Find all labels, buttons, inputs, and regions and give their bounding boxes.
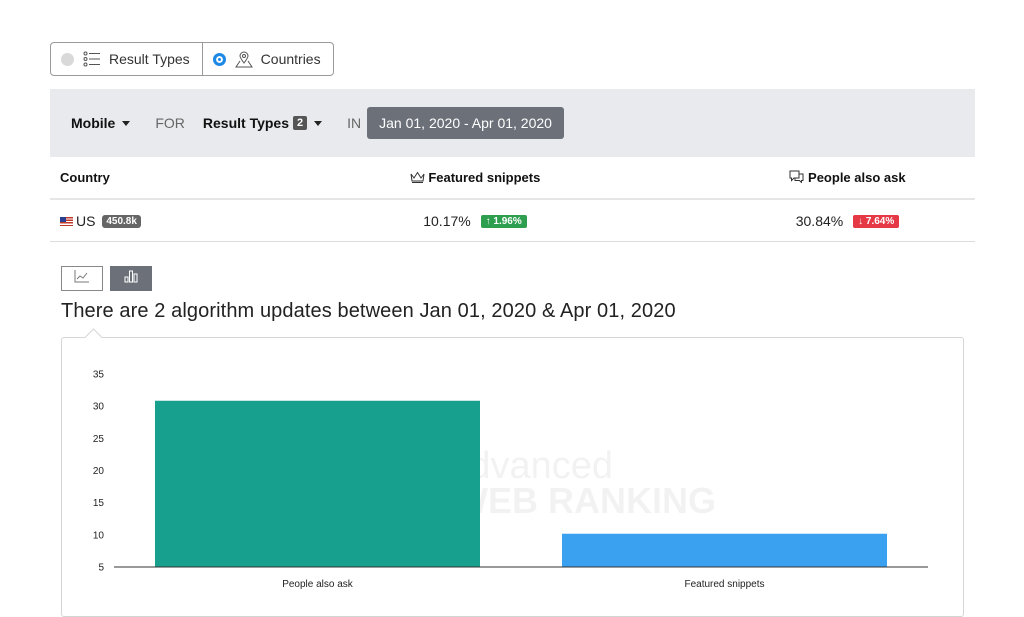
location-pin-icon	[234, 50, 253, 68]
countries-option[interactable]: Countries	[201, 43, 333, 75]
countries-radio[interactable]	[212, 52, 226, 66]
bar-chart-icon	[124, 269, 138, 288]
view-toggle: Result Types Countries	[50, 42, 334, 76]
people-also-ask-header-label: People also ask	[808, 170, 906, 185]
y-tick-label: 30	[93, 402, 105, 413]
y-tick-label: 5	[98, 563, 104, 574]
country-cell: US 450.8k	[50, 213, 300, 229]
people-also-ask-value: 30.84%	[795, 212, 844, 229]
volume-badge: 450.8k	[102, 215, 141, 229]
line-chart-icon	[74, 269, 90, 288]
chevron-down-icon	[314, 120, 323, 126]
result-types-count-badge: 2	[293, 116, 308, 130]
countries-label: Countries	[260, 51, 321, 67]
device-label: Mobile	[71, 115, 116, 131]
people-also-ask-cell: 30.84% ↓ 7.64%	[650, 213, 975, 229]
in-label: IN	[347, 115, 362, 131]
bar-chart-button[interactable]	[110, 266, 152, 291]
paa-change-badge: ↓ 7.64%	[853, 215, 900, 229]
chat-bubbles-icon	[789, 170, 808, 185]
y-tick-label: 15	[93, 498, 105, 509]
algorithm-updates-title: There are 2 algorithm updates between Ja…	[61, 300, 676, 322]
watermark-text: WEB RANKING	[454, 480, 716, 521]
chevron-down-icon	[122, 120, 131, 126]
bar-chart: AdvancedWEB RANKING5101520253035People a…	[93, 370, 928, 590]
featured-snippets-header-label: Featured snippets	[428, 170, 541, 185]
table-row[interactable]: US 450.8k 10.17% ↑ 1.96% 30.84% ↓ 7.64%	[50, 200, 975, 242]
us-flag-icon	[60, 217, 73, 227]
bar	[562, 533, 887, 567]
y-tick-label: 35	[93, 370, 105, 381]
featured-snippets-header[interactable]: Featured snippets	[300, 170, 650, 185]
country-name: US	[76, 212, 96, 229]
y-tick-label: 20	[93, 466, 105, 477]
result-types-option[interactable]: Result Types	[51, 43, 202, 75]
device-dropdown[interactable]: Mobile	[71, 115, 131, 131]
y-tick-label: 10	[93, 530, 105, 541]
list-icon	[83, 51, 101, 67]
featured-snippets-cell: 10.17% ↑ 1.96%	[300, 213, 650, 229]
result-types-label: Result Types	[109, 51, 190, 67]
featured-snippets-value: 10.17%	[423, 212, 471, 229]
result-types-dropdown[interactable]: Result Types 2	[202, 115, 323, 131]
date-range-button[interactable]: Jan 01, 2020 - Apr 01, 2020	[367, 107, 564, 139]
table-header: Country Featured snippets People also as…	[50, 157, 975, 200]
people-also-ask-header[interactable]: People also ask	[650, 170, 975, 185]
bar	[155, 400, 480, 567]
x-tick-label: People also ask	[282, 579, 354, 590]
chart-panel: Advanced WEB RANKING 5 10 15 20 25 30 35 People a…	[61, 337, 964, 617]
line-chart-button[interactable]	[61, 266, 103, 291]
filter-bar: Mobile FOR Result Types 2 IN Jan 01, 202…	[50, 89, 975, 157]
x-tick-label: Featured snippets	[684, 579, 764, 590]
results-table: Country Featured snippets People also as…	[50, 157, 975, 242]
result-types-radio[interactable]	[61, 52, 74, 66]
for-label: FOR	[155, 115, 185, 131]
y-tick-label: 25	[93, 434, 105, 445]
featured-change-badge: ↑ 1.96%	[480, 215, 527, 229]
result-types-filter-label: Result Types	[202, 115, 290, 131]
crown-icon	[410, 170, 429, 185]
country-header[interactable]: Country	[50, 170, 300, 185]
